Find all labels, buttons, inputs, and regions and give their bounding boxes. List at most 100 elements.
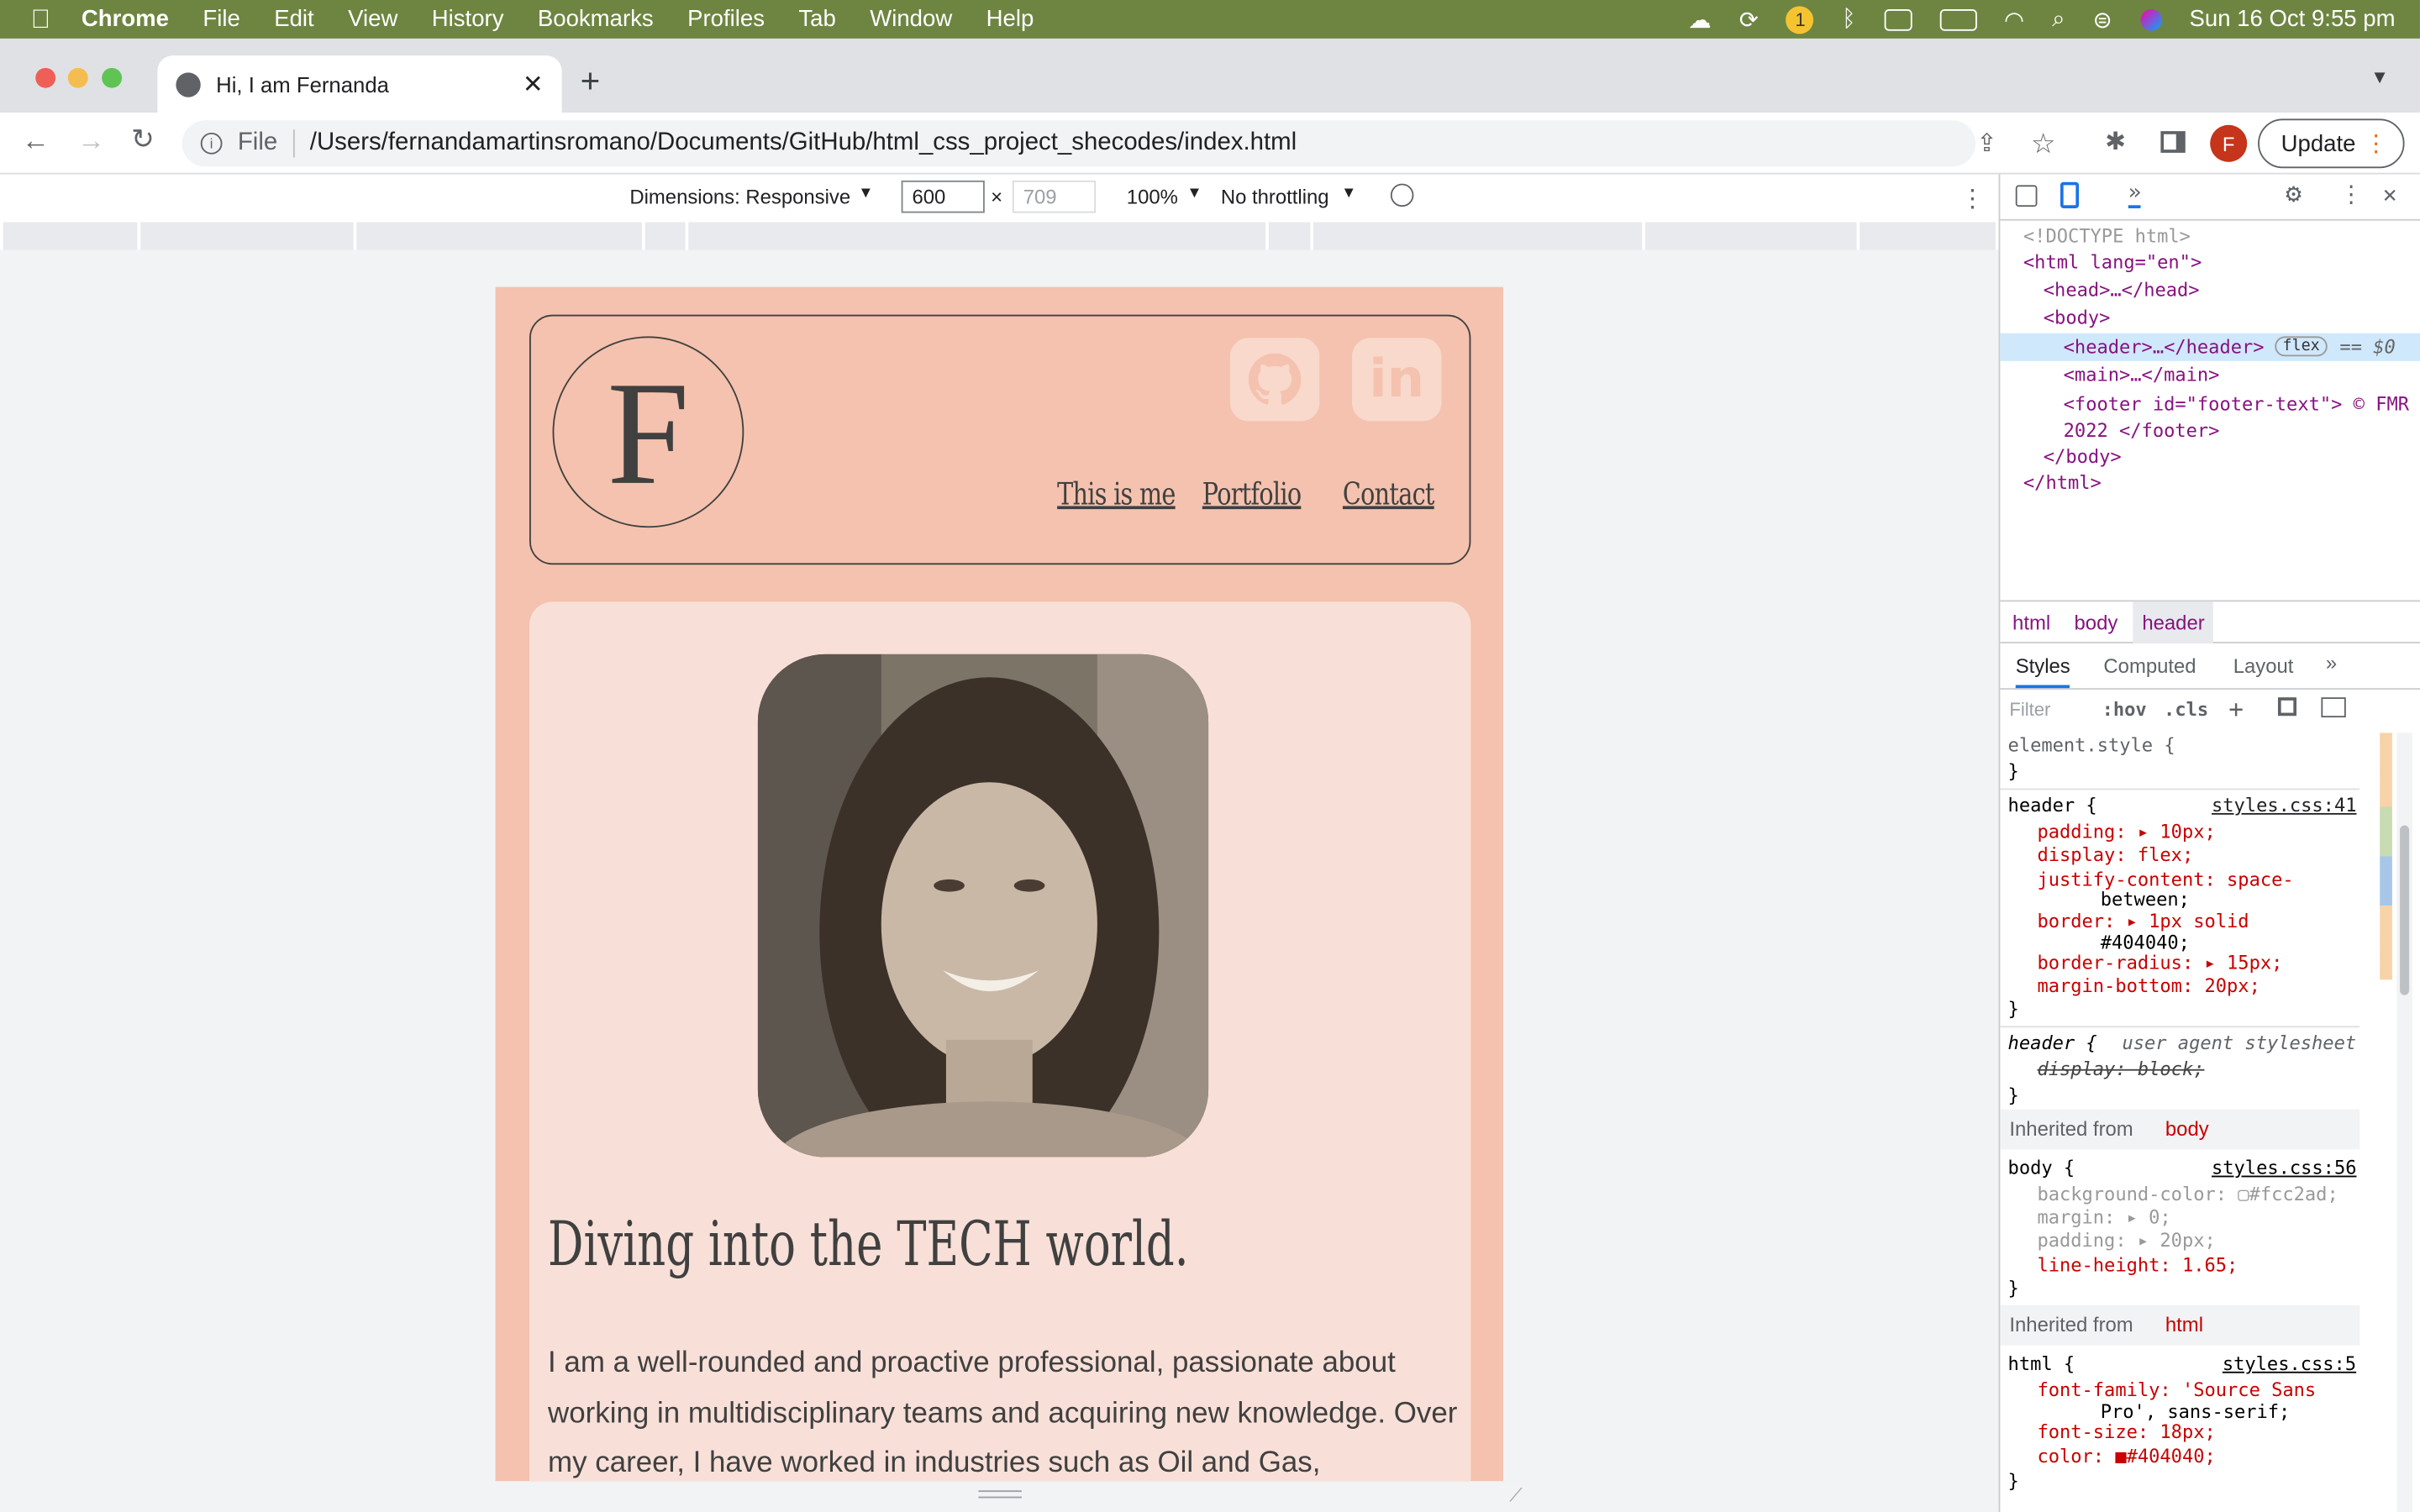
dom-html-close[interactable]: </html> <box>2023 472 2102 494</box>
close-window-button[interactable] <box>35 67 56 88</box>
page-scrollbar-track[interactable] <box>1502 286 1534 1482</box>
site-logo[interactable]: F <box>552 336 744 528</box>
forward-icon[interactable]: → <box>77 125 105 158</box>
wifi-icon[interactable]: ◠ <box>2004 5 2024 33</box>
extensions-icon[interactable]: ✱ <box>2105 127 2126 158</box>
nav-link-contact[interactable]: Contact <box>1343 475 1435 512</box>
new-style-rule-icon[interactable]: + <box>2228 695 2244 724</box>
more-tabs-icon[interactable]: » <box>2326 651 2337 675</box>
dom-body[interactable]: <body> <box>2044 307 2111 329</box>
apple-icon[interactable]:  <box>31 4 50 35</box>
url-text[interactable]: /Users/fernandamartinsromano/Documents/G… <box>310 129 1297 157</box>
dom-head[interactable]: <head>…</head> <box>2044 279 2200 301</box>
css-prop[interactable]: margin-bottom: 20px; <box>2037 975 2260 997</box>
profile-avatar[interactable]: F <box>2210 124 2248 162</box>
device-toggle-icon[interactable] <box>2060 181 2080 208</box>
inherited-tag-html[interactable]: html <box>2165 1313 2203 1336</box>
cls-button[interactable]: .cls <box>2164 699 2208 721</box>
dimensions-select[interactable]: Dimensions: Responsive <box>629 185 850 208</box>
css-prop[interactable]: line-height: 1.65; <box>2037 1254 2238 1276</box>
close-devtools-icon[interactable]: ✕ <box>2383 181 2397 208</box>
css-prop-inherited[interactable]: padding: ▸ 20px; <box>2037 1230 2215 1252</box>
menu-edit[interactable]: Edit <box>274 6 313 32</box>
dom-main[interactable]: <main>…</main> <box>2064 364 2220 386</box>
dom-footer[interactable]: <footer id="footer-text"> © FMR <box>2064 393 2409 415</box>
share-icon[interactable]: ⇪ <box>1976 128 1997 159</box>
menu-help[interactable]: Help <box>986 6 1034 32</box>
dom-body-close[interactable]: </body> <box>2044 446 2122 468</box>
menu-file[interactable]: File <box>203 6 239 32</box>
menu-view[interactable]: View <box>348 6 397 32</box>
css-prop[interactable]: display: flex; <box>2037 844 2193 866</box>
display-icon[interactable] <box>1883 8 1912 30</box>
css-prop[interactable]: border: ▸ 1px solid <box>2037 911 2249 932</box>
more-options-icon[interactable]: ⋮ <box>1960 184 1985 215</box>
css-prop[interactable]: border-radius: ▸ 15px; <box>2037 952 2282 974</box>
minimize-window-button[interactable] <box>67 67 88 88</box>
dom-html[interactable]: <html lang="en"> <box>2023 251 2202 273</box>
css-prop-overridden[interactable]: display: block; <box>2037 1058 2204 1080</box>
close-tab-icon[interactable]: ✕ <box>523 70 544 101</box>
toggle-sidebar-icon[interactable] <box>2321 697 2346 718</box>
body-rule-source[interactable]: styles.css:56 <box>2212 1158 2357 1179</box>
back-icon[interactable]: ← <box>22 125 50 158</box>
tab-styles[interactable]: Styles <box>2015 654 2070 689</box>
rotate-icon[interactable] <box>1390 183 1414 207</box>
settings-gear-icon[interactable]: ⚙ <box>2286 179 2302 210</box>
tab-search-chevron-icon[interactable]: ▼ <box>2370 66 2389 88</box>
dom-header-selected-row[interactable]: <header>…</header> flex == $0 <box>2000 333 2420 361</box>
cloud-icon[interactable]: ☁ <box>1688 5 1712 33</box>
menu-profiles[interactable]: Profiles <box>687 6 765 32</box>
css-prop[interactable]: font-size: 18px; <box>2037 1421 2215 1443</box>
menu-window[interactable]: Window <box>870 6 952 32</box>
css-prop[interactable]: color: ■#404040; <box>2037 1446 2215 1467</box>
body-rule-selector[interactable]: body { <box>2008 1158 2075 1179</box>
ua-rule-selector[interactable]: header { <box>2008 1032 2097 1054</box>
sync-icon[interactable]: ⟳ <box>1739 5 1759 33</box>
maximize-window-button[interactable] <box>102 67 123 88</box>
inherited-tag-body[interactable]: body <box>2165 1117 2209 1141</box>
dom-footer-2[interactable]: 2022 </footer> <box>2064 420 2220 442</box>
flex-badge[interactable]: flex <box>2275 336 2328 357</box>
menu-app-name[interactable]: Chrome <box>82 6 169 32</box>
css-prop[interactable]: font-family: 'Source Sans <box>2037 1379 2316 1401</box>
breadcrumb-html[interactable]: html <box>2012 611 2050 634</box>
breadcrumb-body[interactable]: body <box>2075 611 2118 634</box>
bookmark-star-icon[interactable]: ☆ <box>2031 128 2056 160</box>
media-query-ruler[interactable] <box>3 222 1996 250</box>
height-input[interactable]: 709 <box>1012 180 1097 213</box>
hov-button[interactable]: :hov <box>2102 699 2147 721</box>
update-button[interactable]: Update ⋮ <box>2258 118 2405 169</box>
html-rule-source[interactable]: styles.css:5 <box>2223 1353 2356 1375</box>
devtools-menu-icon[interactable]: ⋮ <box>2339 181 2363 208</box>
css-prop-inherited[interactable]: margin: ▸ 0; <box>2037 1206 2170 1228</box>
battery-icon[interactable] <box>1939 8 1976 30</box>
nav-link-portfolio[interactable]: Portfolio <box>1202 475 1302 512</box>
css-prop-inherited[interactable]: background-color: ▢#fcc2ad; <box>2037 1184 2338 1205</box>
siri-icon[interactable] <box>2139 8 2162 30</box>
resize-corner-icon[interactable]: ⟋ <box>1509 1484 1522 1508</box>
nav-link-about[interactable]: This is me <box>1057 475 1176 512</box>
notification-badge-icon[interactable]: 1 <box>1786 5 1815 34</box>
css-prop[interactable]: justify-content: space- <box>2037 869 2293 890</box>
resize-handle-bottom[interactable] <box>978 1490 1022 1499</box>
menubar-clock[interactable]: Sun 16 Oct 9:55 pm <box>2190 6 2396 32</box>
menu-history[interactable]: History <box>432 6 504 32</box>
css-prop[interactable]: padding: ▸ 10px; <box>2037 821 2215 843</box>
spotlight-search-icon[interactable]: ⌕ <box>2052 6 2065 32</box>
reload-icon[interactable]: ↻ <box>131 123 155 156</box>
breadcrumb-header[interactable]: header <box>2133 601 2214 643</box>
github-button[interactable] <box>1229 338 1320 422</box>
bluetooth-icon[interactable]: ᛒ <box>1842 6 1856 32</box>
side-panel-icon[interactable] <box>2160 131 2186 153</box>
paint-brush-icon[interactable] <box>2277 697 2297 717</box>
menu-bookmarks[interactable]: Bookmarks <box>538 6 654 32</box>
more-panels-icon[interactable]: » <box>2128 181 2142 208</box>
header-rule-selector[interactable]: header { <box>2008 795 2097 816</box>
new-tab-button[interactable]: + <box>581 61 601 102</box>
styles-scrollbar[interactable] <box>2396 732 2412 1512</box>
tab-computed[interactable]: Computed <box>2103 654 2196 678</box>
tab-layout[interactable]: Layout <box>2233 654 2294 678</box>
menu-tab[interactable]: Tab <box>798 6 835 32</box>
inspect-element-icon[interactable] <box>2015 185 2038 207</box>
